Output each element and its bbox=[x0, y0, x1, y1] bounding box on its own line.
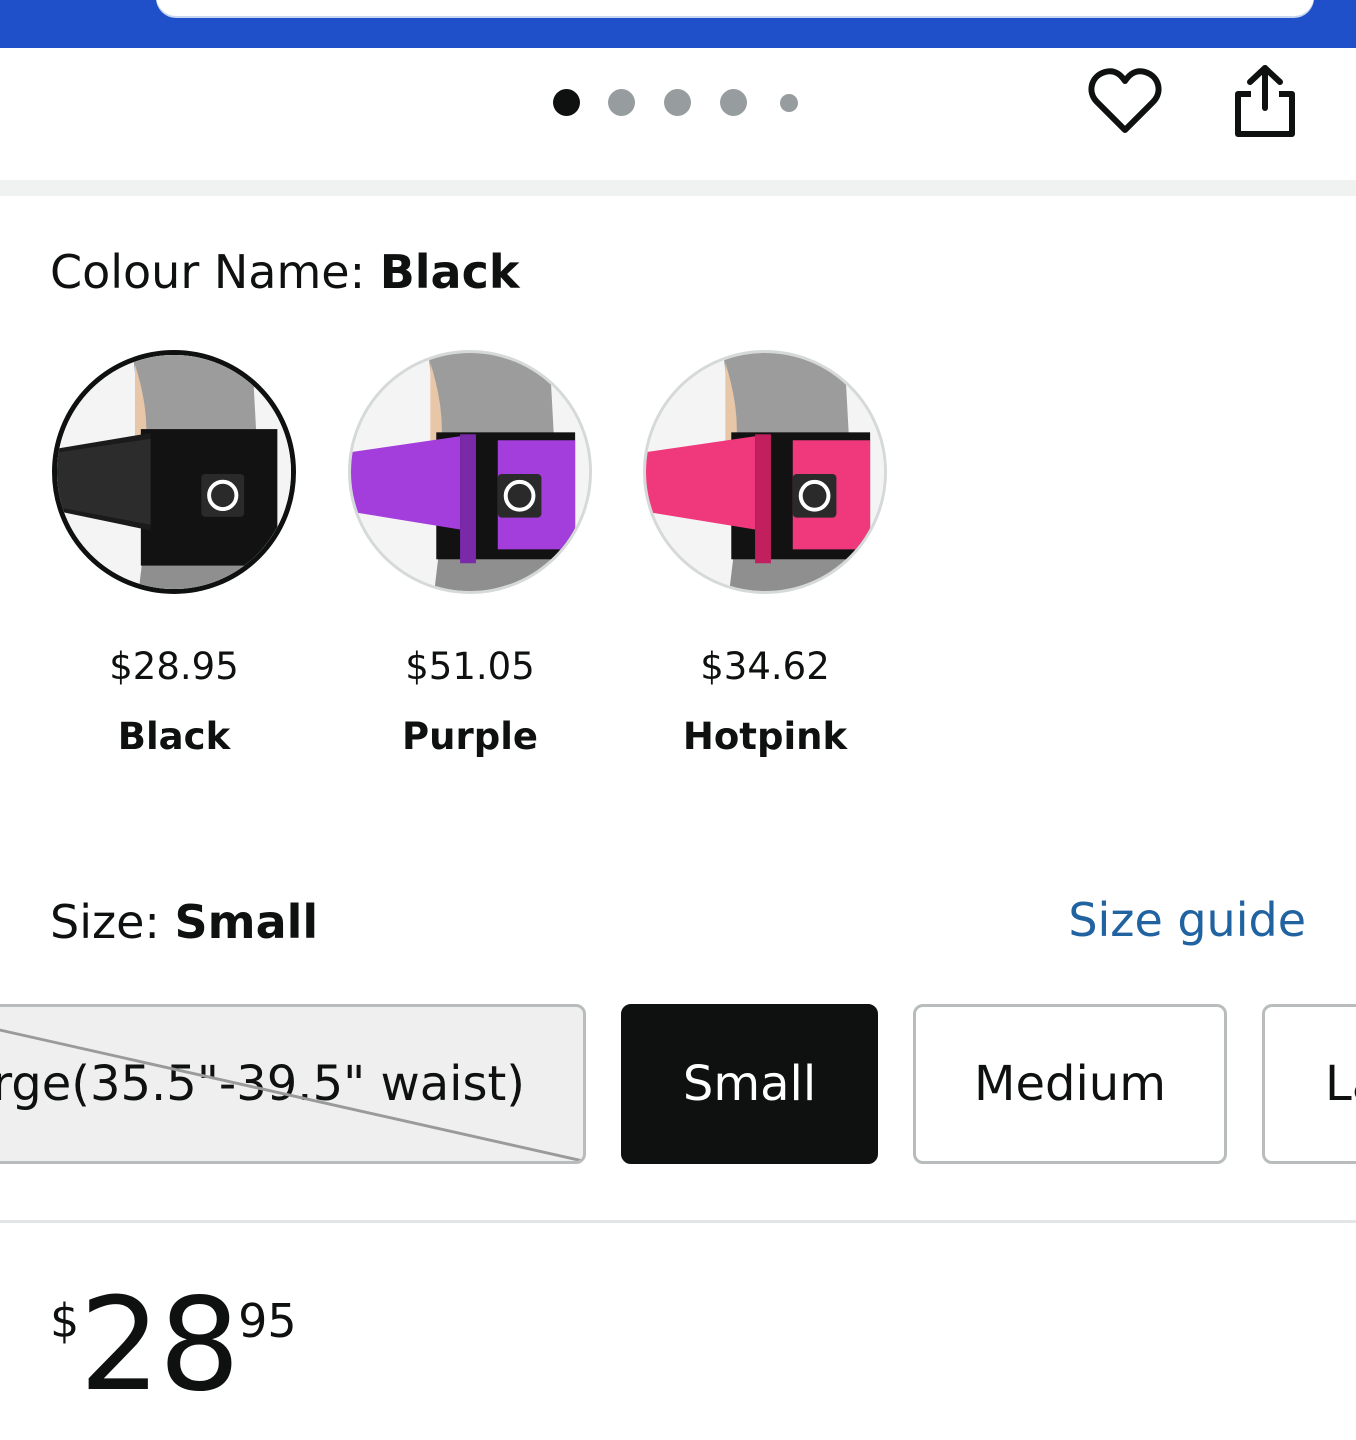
price-currency-symbol: $ bbox=[50, 1294, 80, 1348]
gallery-dot-5[interactable] bbox=[780, 94, 798, 112]
size-option-large-unavailable[interactable]: arge(35.5"-39.5" waist) bbox=[0, 1004, 586, 1164]
heart-icon[interactable] bbox=[1088, 66, 1162, 138]
size-option-label: Small bbox=[682, 1056, 817, 1112]
image-gallery-controls bbox=[0, 48, 1356, 180]
belt-product-image bbox=[52, 350, 296, 594]
size-option-label: Medium bbox=[974, 1056, 1166, 1112]
colour-swatch-black[interactable]: $28.95 Black bbox=[52, 350, 296, 758]
size-option-medium[interactable]: Medium bbox=[913, 1004, 1227, 1164]
size-option-small[interactable]: Small bbox=[621, 1004, 878, 1164]
colour-name-label: Colour Name: bbox=[50, 245, 380, 299]
size-guide-link[interactable]: Size guide bbox=[1068, 888, 1306, 952]
colour-swatch-hotpink[interactable]: $34.62 Hotpink bbox=[643, 350, 887, 758]
colour-swatch-purple[interactable]: $51.05 Purple bbox=[348, 350, 592, 758]
size-heading: Size: Small bbox=[50, 890, 318, 954]
swatch-name: Black bbox=[117, 715, 231, 758]
share-icon[interactable] bbox=[1232, 64, 1298, 140]
colour-name-heading: Colour Name: Black bbox=[50, 240, 519, 304]
belt-product-image bbox=[348, 350, 592, 594]
belt-image-black bbox=[57, 355, 291, 589]
section-divider bbox=[0, 1220, 1356, 1223]
price-whole: 28 bbox=[79, 1271, 240, 1420]
gallery-dot-4[interactable] bbox=[720, 89, 747, 116]
gallery-dot-1[interactable] bbox=[553, 89, 580, 116]
size-option-large[interactable]: La bbox=[1262, 1004, 1356, 1164]
product-price: $ 28 95 bbox=[50, 1280, 297, 1420]
belt-product-image bbox=[643, 350, 887, 594]
size-label: Size: bbox=[50, 895, 175, 949]
top-header-bar bbox=[0, 0, 1356, 48]
size-value: Small bbox=[174, 895, 319, 949]
belt-image-purple bbox=[351, 353, 589, 591]
swatch-price: $34.62 bbox=[700, 645, 830, 688]
search-input[interactable] bbox=[156, 0, 1314, 16]
swatch-name: Purple bbox=[402, 715, 538, 758]
size-option-label: arge(35.5"-39.5" waist) bbox=[0, 1056, 525, 1112]
size-option-label: La bbox=[1325, 1056, 1356, 1112]
price-fraction: 95 bbox=[238, 1294, 297, 1348]
gallery-dot-3[interactable] bbox=[664, 89, 691, 116]
belt-image-hotpink bbox=[646, 353, 884, 591]
gallery-dot-2[interactable] bbox=[608, 89, 635, 116]
swatch-name: Hotpink bbox=[682, 715, 848, 758]
swatch-price: $28.95 bbox=[109, 645, 239, 688]
section-divider bbox=[0, 180, 1356, 196]
colour-name-value: Black bbox=[379, 245, 520, 299]
swatch-price: $51.05 bbox=[405, 645, 535, 688]
